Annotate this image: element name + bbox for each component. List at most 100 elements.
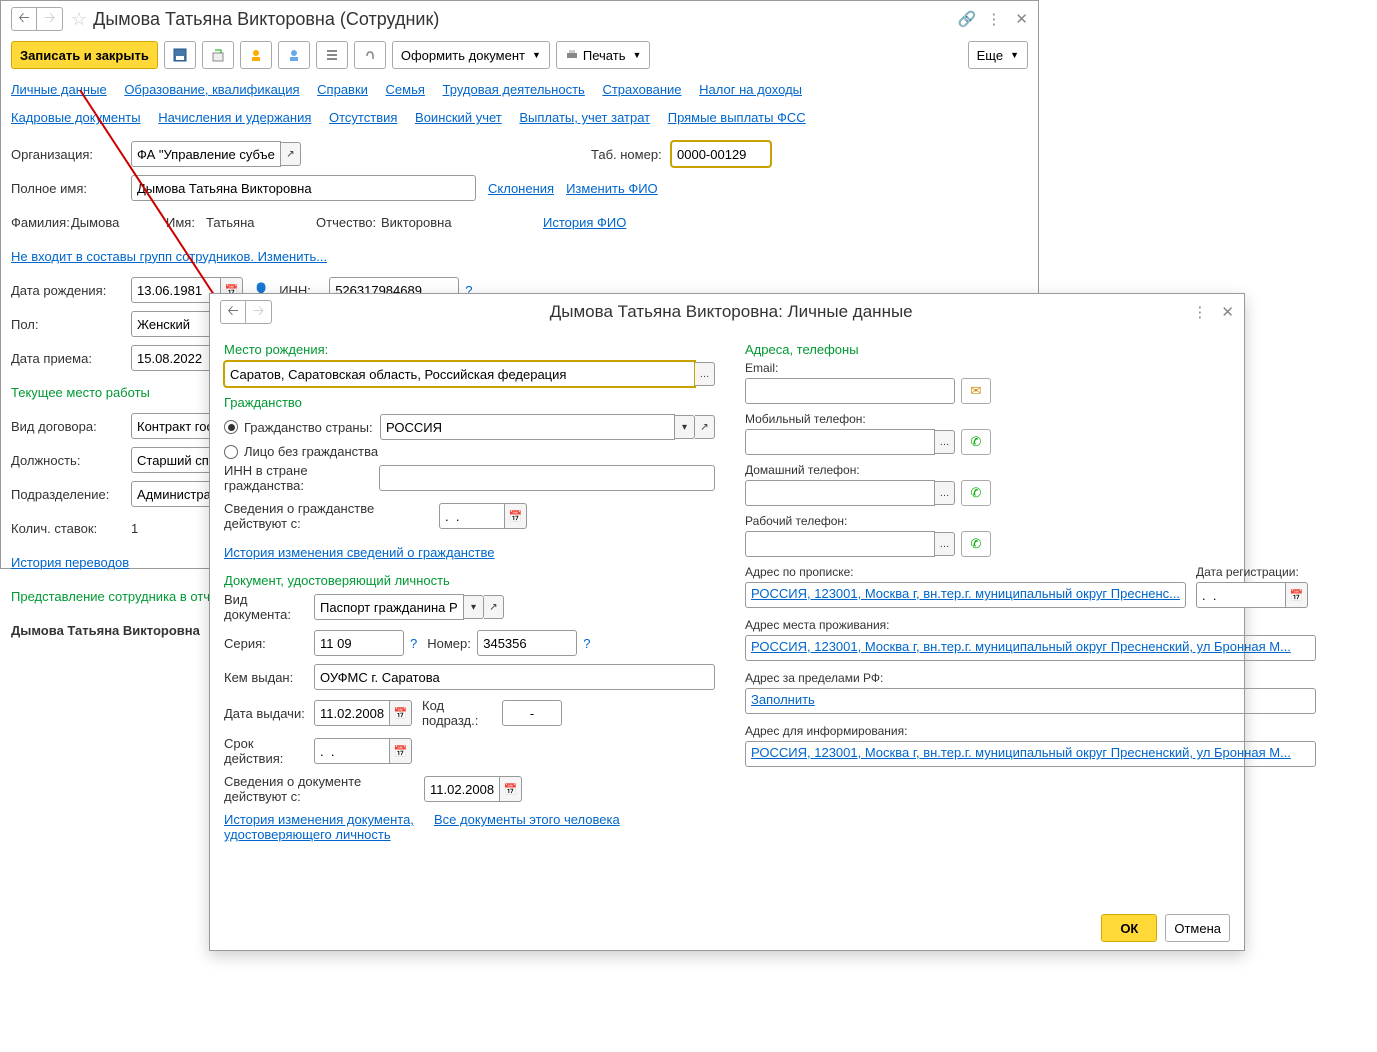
actions-button-2[interactable] <box>240 41 272 69</box>
list-button[interactable] <box>316 41 348 69</box>
nav-education[interactable]: Образование, квалификация <box>124 82 299 97</box>
nav-insurance[interactable]: Страхование <box>602 82 681 97</box>
deptcode-input[interactable] <box>502 700 562 726</box>
valid-calendar-icon[interactable]: 📅 <box>390 738 412 764</box>
doctype-input[interactable] <box>314 594 464 620</box>
cit-open-icon[interactable]: ↗ <box>695 415 715 439</box>
cit-calendar-icon[interactable]: 📅 <box>505 503 527 529</box>
nav-references[interactable]: Справки <box>317 82 368 97</box>
popup-kebab-icon[interactable]: ⋮ <box>1192 303 1207 321</box>
fullname-input[interactable] <box>131 175 476 201</box>
cit-history-link[interactable]: История изменения сведений о гражданстве <box>224 545 494 560</box>
live-addr-input[interactable]: РОССИЯ, 123001, Москва г, вн.тер.г. муни… <box>745 635 1316 661</box>
save-close-button[interactable]: Записать и закрыть <box>11 41 158 69</box>
popup-forward-button[interactable]: 🡢 <box>246 300 272 324</box>
history-fio-link[interactable]: История ФИО <box>543 215 626 230</box>
mobile-call-icon[interactable]: ✆ <box>961 429 991 455</box>
back-button[interactable]: 🡠 <box>11 7 37 31</box>
favorite-star-icon[interactable]: ☆ <box>71 9 87 30</box>
more-button[interactable]: Еще▼ <box>968 41 1028 69</box>
doctype-open-icon[interactable]: ↗ <box>484 595 504 619</box>
nav-tax[interactable]: Налог на доходы <box>699 82 802 97</box>
mobile-label: Мобильный телефон: <box>745 412 1316 426</box>
declension-link[interactable]: Склонения <box>488 181 554 196</box>
home-input[interactable] <box>745 480 935 506</box>
link-icon[interactable]: 🔗 <box>958 10 977 28</box>
doc-valid-input[interactable] <box>424 776 500 802</box>
number-help-icon[interactable]: ? <box>583 636 590 651</box>
birthplace-more-icon[interactable]: … <box>695 362 715 386</box>
issue-calendar-icon[interactable]: 📅 <box>390 700 412 726</box>
cit-dropdown-icon[interactable]: ▾ <box>675 415 695 439</box>
print-button[interactable]: Печать▼ <box>556 41 651 69</box>
home-more-icon[interactable]: … <box>935 481 955 505</box>
doc-valid-calendar-icon[interactable]: 📅 <box>500 776 522 802</box>
inform-label: Адрес для информирования: <box>745 724 1316 738</box>
popup-back-button[interactable]: 🡠 <box>220 300 246 324</box>
nav-personal[interactable]: Личные данные <box>11 82 107 97</box>
innc-input[interactable] <box>379 465 715 491</box>
all-docs-link[interactable]: Все документы этого человека <box>434 812 620 827</box>
tabnum-input[interactable] <box>671 141 771 167</box>
close-icon[interactable]: ✕ <box>1015 10 1028 28</box>
cancel-button[interactable]: Отмена <box>1165 914 1230 942</box>
save-button[interactable] <box>164 41 196 69</box>
nav-fss[interactable]: Прямые выплаты ФСС <box>668 110 806 125</box>
dept-label: Подразделение: <box>11 487 131 502</box>
cit-country-input[interactable] <box>380 414 675 440</box>
nav-work[interactable]: Трудовая деятельность <box>443 82 585 97</box>
citizenship-heading: Гражданство <box>224 395 715 410</box>
work-input[interactable] <box>745 531 935 557</box>
nav-absences[interactable]: Отсутствия <box>329 110 397 125</box>
issue-doc-button[interactable]: Оформить документ▼ <box>392 41 550 69</box>
groups-link[interactable]: Не входит в составы групп сотрудников. И… <box>11 249 327 264</box>
work-more-icon[interactable]: … <box>935 532 955 556</box>
birthplace-heading: Место рождения: <box>224 342 715 357</box>
contract-label: Вид договора: <box>11 419 131 434</box>
nav-payments[interactable]: Выплаты, учет затрат <box>519 110 650 125</box>
doc-history-link[interactable]: История изменения документа, удостоверяю… <box>224 812 424 842</box>
issue-date-input[interactable] <box>314 700 390 726</box>
reg-date-input[interactable] <box>1196 582 1286 608</box>
forward-button[interactable]: 🡢 <box>37 7 63 31</box>
birth-input[interactable] <box>131 277 221 303</box>
attach-button[interactable] <box>354 41 386 69</box>
reg-calendar-icon[interactable]: 📅 <box>1286 582 1308 608</box>
popup-close-icon[interactable]: ✕ <box>1221 303 1234 321</box>
reg-addr-input[interactable]: РОССИЯ, 123001, Москва г, вн.тер.г. муни… <box>745 582 1186 608</box>
nav-military[interactable]: Воинский учет <box>415 110 502 125</box>
cit-valid-input[interactable] <box>439 503 505 529</box>
change-fio-link[interactable]: Изменить ФИО <box>566 181 658 196</box>
mobile-more-icon[interactable]: … <box>935 430 955 454</box>
series-help-icon[interactable]: ? <box>410 636 417 651</box>
series-label: Серия: <box>224 636 314 651</box>
citizenship-radio[interactable] <box>224 420 238 434</box>
kebab-menu-icon[interactable]: ⋮ <box>986 10 1001 28</box>
valid-input[interactable] <box>314 738 390 764</box>
number-label: Номер: <box>427 636 477 651</box>
nav-family[interactable]: Семья <box>386 82 425 97</box>
actions-button-3[interactable] <box>278 41 310 69</box>
nav-hr-docs[interactable]: Кадровые документы <box>11 110 141 125</box>
ok-button[interactable]: ОК <box>1101 914 1157 942</box>
issued-input[interactable] <box>314 664 715 690</box>
email-input[interactable] <box>745 378 955 404</box>
org-input[interactable] <box>131 141 281 167</box>
work-call-icon[interactable]: ✆ <box>961 531 991 557</box>
series-input[interactable] <box>314 630 404 656</box>
inform-addr-input[interactable]: РОССИЯ, 123001, Москва г, вн.тер.г. муни… <box>745 741 1316 767</box>
doctype-dropdown-icon[interactable]: ▾ <box>464 595 484 619</box>
transfers-link[interactable]: История переводов <box>11 555 129 570</box>
birthplace-input[interactable] <box>224 361 695 387</box>
org-open-icon[interactable]: ↗ <box>281 142 301 166</box>
nav-accruals[interactable]: Начисления и удержания <box>158 110 311 125</box>
stateless-radio[interactable] <box>224 445 238 459</box>
innc-label: ИНН в стране гражданства: <box>224 463 379 493</box>
home-call-icon[interactable]: ✆ <box>961 480 991 506</box>
fill-link[interactable]: Заполнить <box>751 692 815 707</box>
actions-button-1[interactable] <box>202 41 234 69</box>
abroad-addr-input[interactable]: Заполнить <box>745 688 1316 714</box>
mobile-input[interactable] <box>745 429 935 455</box>
number-input[interactable] <box>477 630 577 656</box>
email-icon[interactable]: ✉ <box>961 378 991 404</box>
